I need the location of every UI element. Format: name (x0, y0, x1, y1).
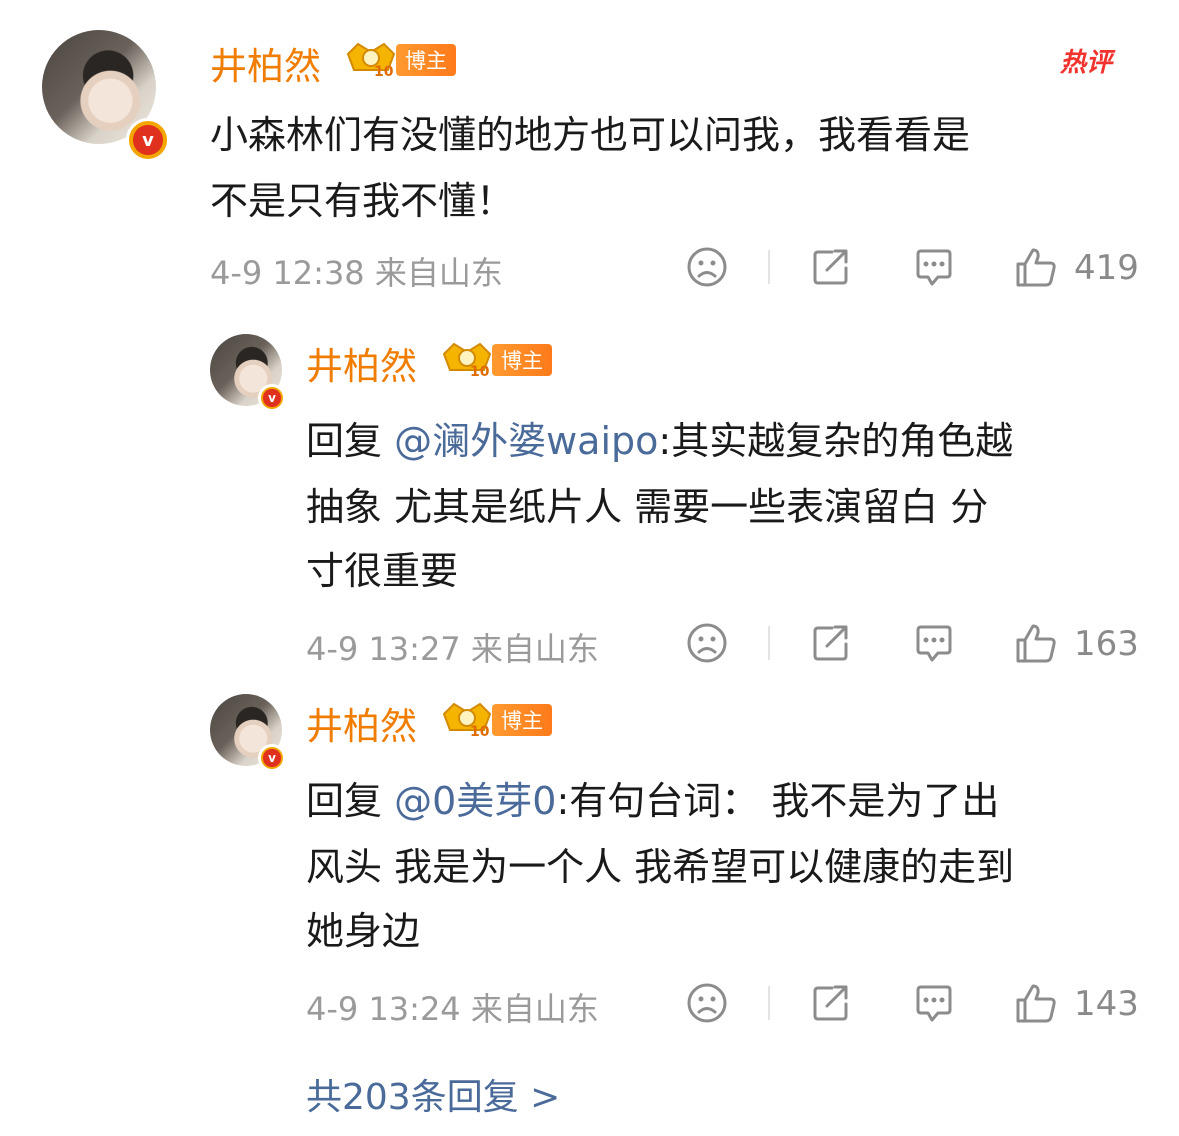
like-thumb-icon[interactable] (1014, 982, 1058, 1026)
reply-prefix: 回复 (306, 779, 395, 823)
svg-text:10: 10 (374, 64, 394, 78)
comment-text-line: 风头 我是为一个人 我希望可以健康的走到 (306, 845, 1015, 889)
comment-location: 来自山东 (470, 630, 599, 668)
comment-location: 来自山东 (374, 254, 503, 292)
like-thumb-icon[interactable] (1014, 246, 1058, 290)
blogger-badge: 博主 (396, 44, 456, 76)
verified-v-icon: v (258, 384, 286, 412)
reply-prefix: 回复 (306, 419, 395, 463)
comment-text-line: 小森林们有没懂的地方也可以问我，我看看是 (210, 113, 971, 157)
share-icon[interactable] (810, 982, 852, 1024)
comment-meta: 4-9 13:27 来自山东 (306, 624, 599, 670)
comment-location: 来自山东 (470, 990, 599, 1028)
comment-meta: 4-9 12:38 来自山东 (210, 248, 503, 294)
comment-text-line: 寸很重要 (306, 549, 459, 593)
action-separator (768, 626, 770, 660)
crown-level-icon: 10 (442, 342, 492, 378)
comment-time: 4-9 13:24 (306, 990, 461, 1028)
reply-text: :其实越复杂的角色越 (658, 419, 1014, 463)
comment-time: 4-9 13:27 (306, 630, 461, 668)
like-thumb-icon[interactable] (1014, 622, 1058, 666)
svg-text:10: 10 (470, 724, 490, 738)
reply-text: :有句台词： 我不是为了出 (556, 779, 1000, 823)
comment-text-line: 回复 @0美芽0:有句台词： 我不是为了出 (306, 770, 999, 825)
author-name[interactable]: 井柏然 (210, 36, 321, 90)
more-replies-link[interactable]: 共203条回复 > (306, 1068, 560, 1120)
share-icon[interactable] (810, 622, 852, 664)
dislike-face-icon[interactable] (686, 982, 728, 1024)
comment-text-line: 抽象 尤其是纸片人 需要一些表演留白 分 (306, 485, 989, 529)
action-separator (768, 250, 770, 284)
comment-text-line: 不是只有我不懂！ (210, 179, 515, 223)
crown-level-icon: 10 (346, 42, 396, 78)
mention-link[interactable]: @澜外婆waipo (394, 419, 658, 463)
like-count: 143 (1074, 984, 1139, 1024)
comment-icon[interactable] (912, 982, 956, 1026)
share-icon[interactable] (810, 246, 852, 288)
author-name[interactable]: 井柏然 (306, 696, 417, 750)
crown-level-icon: 10 (442, 702, 492, 738)
comment-meta: 4-9 13:24 来自山东 (306, 984, 599, 1030)
mention-link[interactable]: @0美芽0 (394, 779, 556, 823)
verified-v-icon: v (126, 118, 170, 162)
hot-comment-label: 热评 (1060, 48, 1113, 78)
dislike-face-icon[interactable] (686, 622, 728, 664)
like-count: 163 (1074, 624, 1139, 664)
author-name[interactable]: 井柏然 (306, 336, 417, 390)
comment-text-line: 回复 @澜外婆waipo:其实越复杂的角色越 (306, 410, 1013, 465)
dislike-face-icon[interactable] (686, 246, 728, 288)
verified-v-icon: v (258, 744, 286, 772)
comment-icon[interactable] (912, 622, 956, 666)
svg-text:10: 10 (470, 364, 490, 378)
comment-text-line: 她身边 (306, 909, 421, 953)
blogger-badge: 博主 (492, 704, 552, 736)
action-separator (768, 986, 770, 1020)
like-count: 419 (1074, 248, 1139, 288)
comment-time: 4-9 12:38 (210, 254, 365, 292)
comment-icon[interactable] (912, 246, 956, 290)
blogger-badge: 博主 (492, 344, 552, 376)
